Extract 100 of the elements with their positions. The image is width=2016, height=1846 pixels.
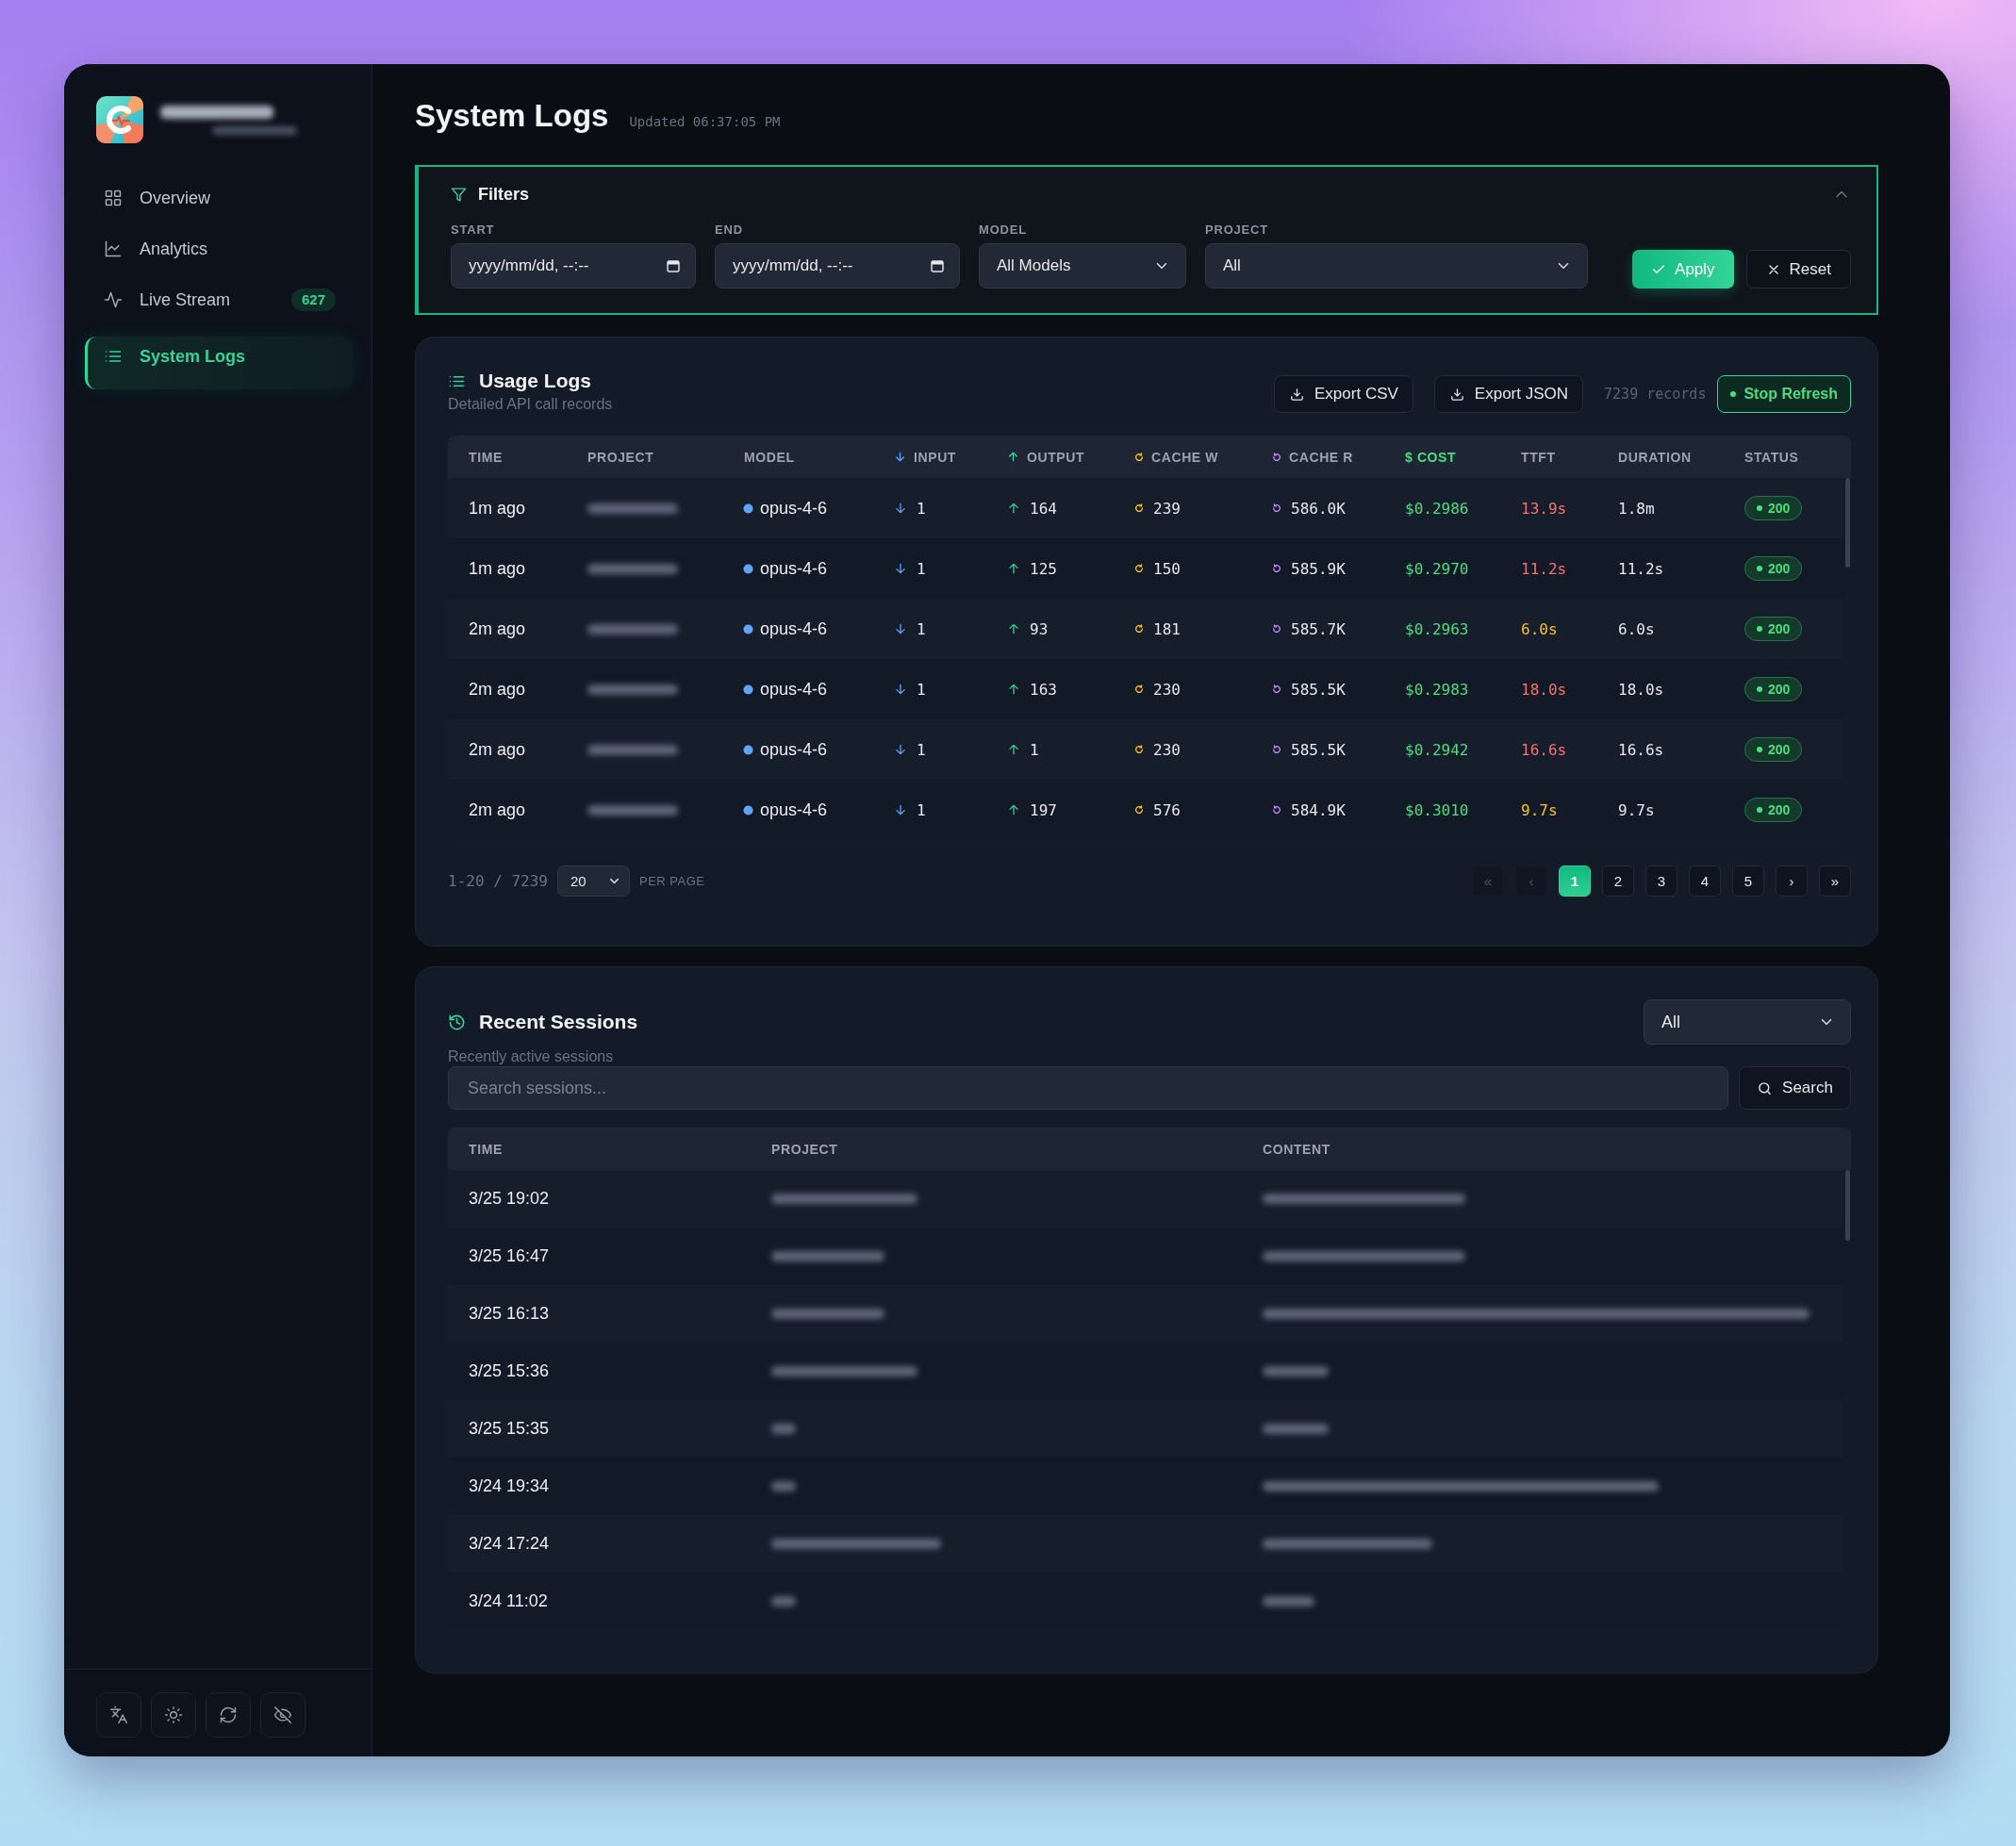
circular-arrow-icon (1272, 684, 1281, 694)
status-code: 200 (1768, 561, 1791, 576)
table-cell: opus-4-6 (760, 558, 828, 579)
per-page-select[interactable]: 20 (556, 865, 630, 897)
reset-button[interactable]: Reset (1745, 250, 1851, 288)
page-range: 1-20 / 7239 (448, 872, 548, 890)
nav-item[interactable]: Overview (85, 173, 353, 223)
status-dot-icon (1757, 686, 1762, 692)
column-header: PROJECT (771, 1141, 838, 1157)
table-cell: $0.2942 (1405, 740, 1469, 759)
page-button[interactable]: 4 (1689, 865, 1721, 897)
table-cell: 586.0K (1291, 499, 1346, 518)
status-code: 200 (1768, 682, 1791, 697)
field-label: MODEL (979, 223, 1028, 237)
column-header: TTFT (1521, 449, 1556, 465)
column-header: CONTENT (1263, 1141, 1330, 1157)
select-field[interactable]: All (1205, 243, 1588, 288)
table-cell: 585.9K (1291, 559, 1346, 578)
table-cell: 3/25 16:47 (469, 1246, 550, 1266)
sun-icon (164, 1706, 183, 1724)
arrow-down-icon (894, 502, 907, 515)
search-field[interactable]: Search sessions... (448, 1066, 1728, 1110)
app-logo-icon (96, 96, 143, 143)
table-cell: 3/25 15:36 (469, 1361, 550, 1381)
nav-item[interactable]: Analytics (85, 223, 353, 274)
page-button[interactable]: › (1776, 865, 1808, 897)
status-dot-icon (1757, 505, 1762, 511)
scrollbar-thumb[interactable] (1845, 478, 1850, 568)
arrow-down-icon (894, 683, 907, 696)
export-button[interactable]: Export CSV (1274, 375, 1413, 413)
table-cell: 1 (917, 499, 926, 518)
table-cell: 1 (917, 559, 926, 578)
arrow-up-icon (1007, 622, 1020, 635)
blurred-text (771, 1596, 796, 1607)
table-cell: 585.5K (1291, 740, 1346, 759)
section-title: Recent Sessions (479, 1011, 638, 1033)
status-code: 200 (1768, 501, 1791, 516)
auto-refresh-button[interactable]: Stop Refresh (1717, 375, 1851, 413)
model-dot-icon (743, 744, 753, 755)
nav-item[interactable]: Live Stream 627 (85, 274, 353, 325)
column-header: $ COST (1405, 449, 1457, 465)
column-header: INPUT (914, 449, 956, 465)
pulse-icon (104, 290, 123, 309)
table-cell: $0.2986 (1405, 499, 1469, 518)
search-button[interactable]: Search (1739, 1066, 1851, 1110)
refresh-button[interactable] (206, 1692, 251, 1738)
nav-item[interactable]: System Logs (85, 337, 353, 389)
table-cell: 9.7s (1618, 800, 1655, 819)
search-icon (1757, 1080, 1774, 1096)
blurred-text (1263, 1596, 1314, 1607)
blurred-text (771, 1481, 796, 1492)
record-count: 7239 records (1604, 386, 1707, 403)
field-label: PROJECT (1205, 223, 1269, 237)
arrow-down-icon (894, 803, 907, 816)
page-button[interactable]: 5 (1732, 865, 1764, 897)
table-cell: 1 (917, 740, 926, 759)
circular-arrow-icon (1134, 452, 1144, 462)
arrow-up-icon (1007, 502, 1020, 515)
status-dot-icon (1757, 626, 1762, 632)
model-dot-icon (743, 804, 753, 816)
page-button[interactable]: 3 (1645, 865, 1677, 897)
circular-arrow-icon (1272, 564, 1281, 573)
select-field[interactable]: All Models (979, 243, 1186, 288)
arrow-down-icon (894, 562, 907, 575)
count-badge: 627 (290, 288, 336, 311)
circular-arrow-icon (1272, 745, 1281, 754)
column-header: DURATION (1618, 449, 1692, 465)
status-code: 200 (1768, 621, 1791, 636)
column-header: TIME (469, 1141, 503, 1157)
table-cell: 2m ago (469, 679, 526, 700)
line-chart-icon (104, 239, 123, 258)
date-field[interactable]: yyyy/mm/dd, --:-- (715, 243, 960, 288)
circular-arrow-icon (1272, 503, 1281, 513)
blurred-text (1263, 1366, 1329, 1376)
select-field[interactable]: All (1644, 999, 1851, 1045)
table-cell: 584.9K (1291, 800, 1346, 819)
table-cell: 1m ago (469, 498, 526, 519)
export-button[interactable]: Export JSON (1433, 375, 1584, 413)
table-cell: 239 (1153, 499, 1181, 518)
table-cell: 585.7K (1291, 619, 1346, 638)
table-cell: 2m ago (469, 799, 526, 820)
language-button[interactable] (96, 1692, 141, 1738)
page-button[interactable]: 2 (1602, 865, 1634, 897)
table-cell: opus-4-6 (760, 679, 828, 700)
eye-off-icon (273, 1706, 292, 1724)
table-cell: 3/25 16:13 (469, 1304, 550, 1324)
table-cell: opus-4-6 (760, 799, 828, 820)
visibility-button[interactable] (260, 1692, 306, 1738)
theme-button[interactable] (151, 1692, 196, 1738)
table-cell: 3/25 15:35 (469, 1419, 550, 1439)
grid-icon (104, 189, 123, 207)
column-header: CACHE W (1151, 449, 1219, 465)
table-cell: $0.2983 (1405, 680, 1469, 699)
page-button[interactable]: » (1819, 865, 1851, 897)
model-dot-icon (743, 563, 753, 574)
model-dot-icon (743, 684, 753, 695)
scrollbar-thumb[interactable] (1845, 1170, 1850, 1241)
per-page-label: PER PAGE (638, 874, 705, 888)
table-cell: 2m ago (469, 618, 526, 639)
date-field[interactable]: yyyy/mm/dd, --:-- (451, 243, 696, 288)
